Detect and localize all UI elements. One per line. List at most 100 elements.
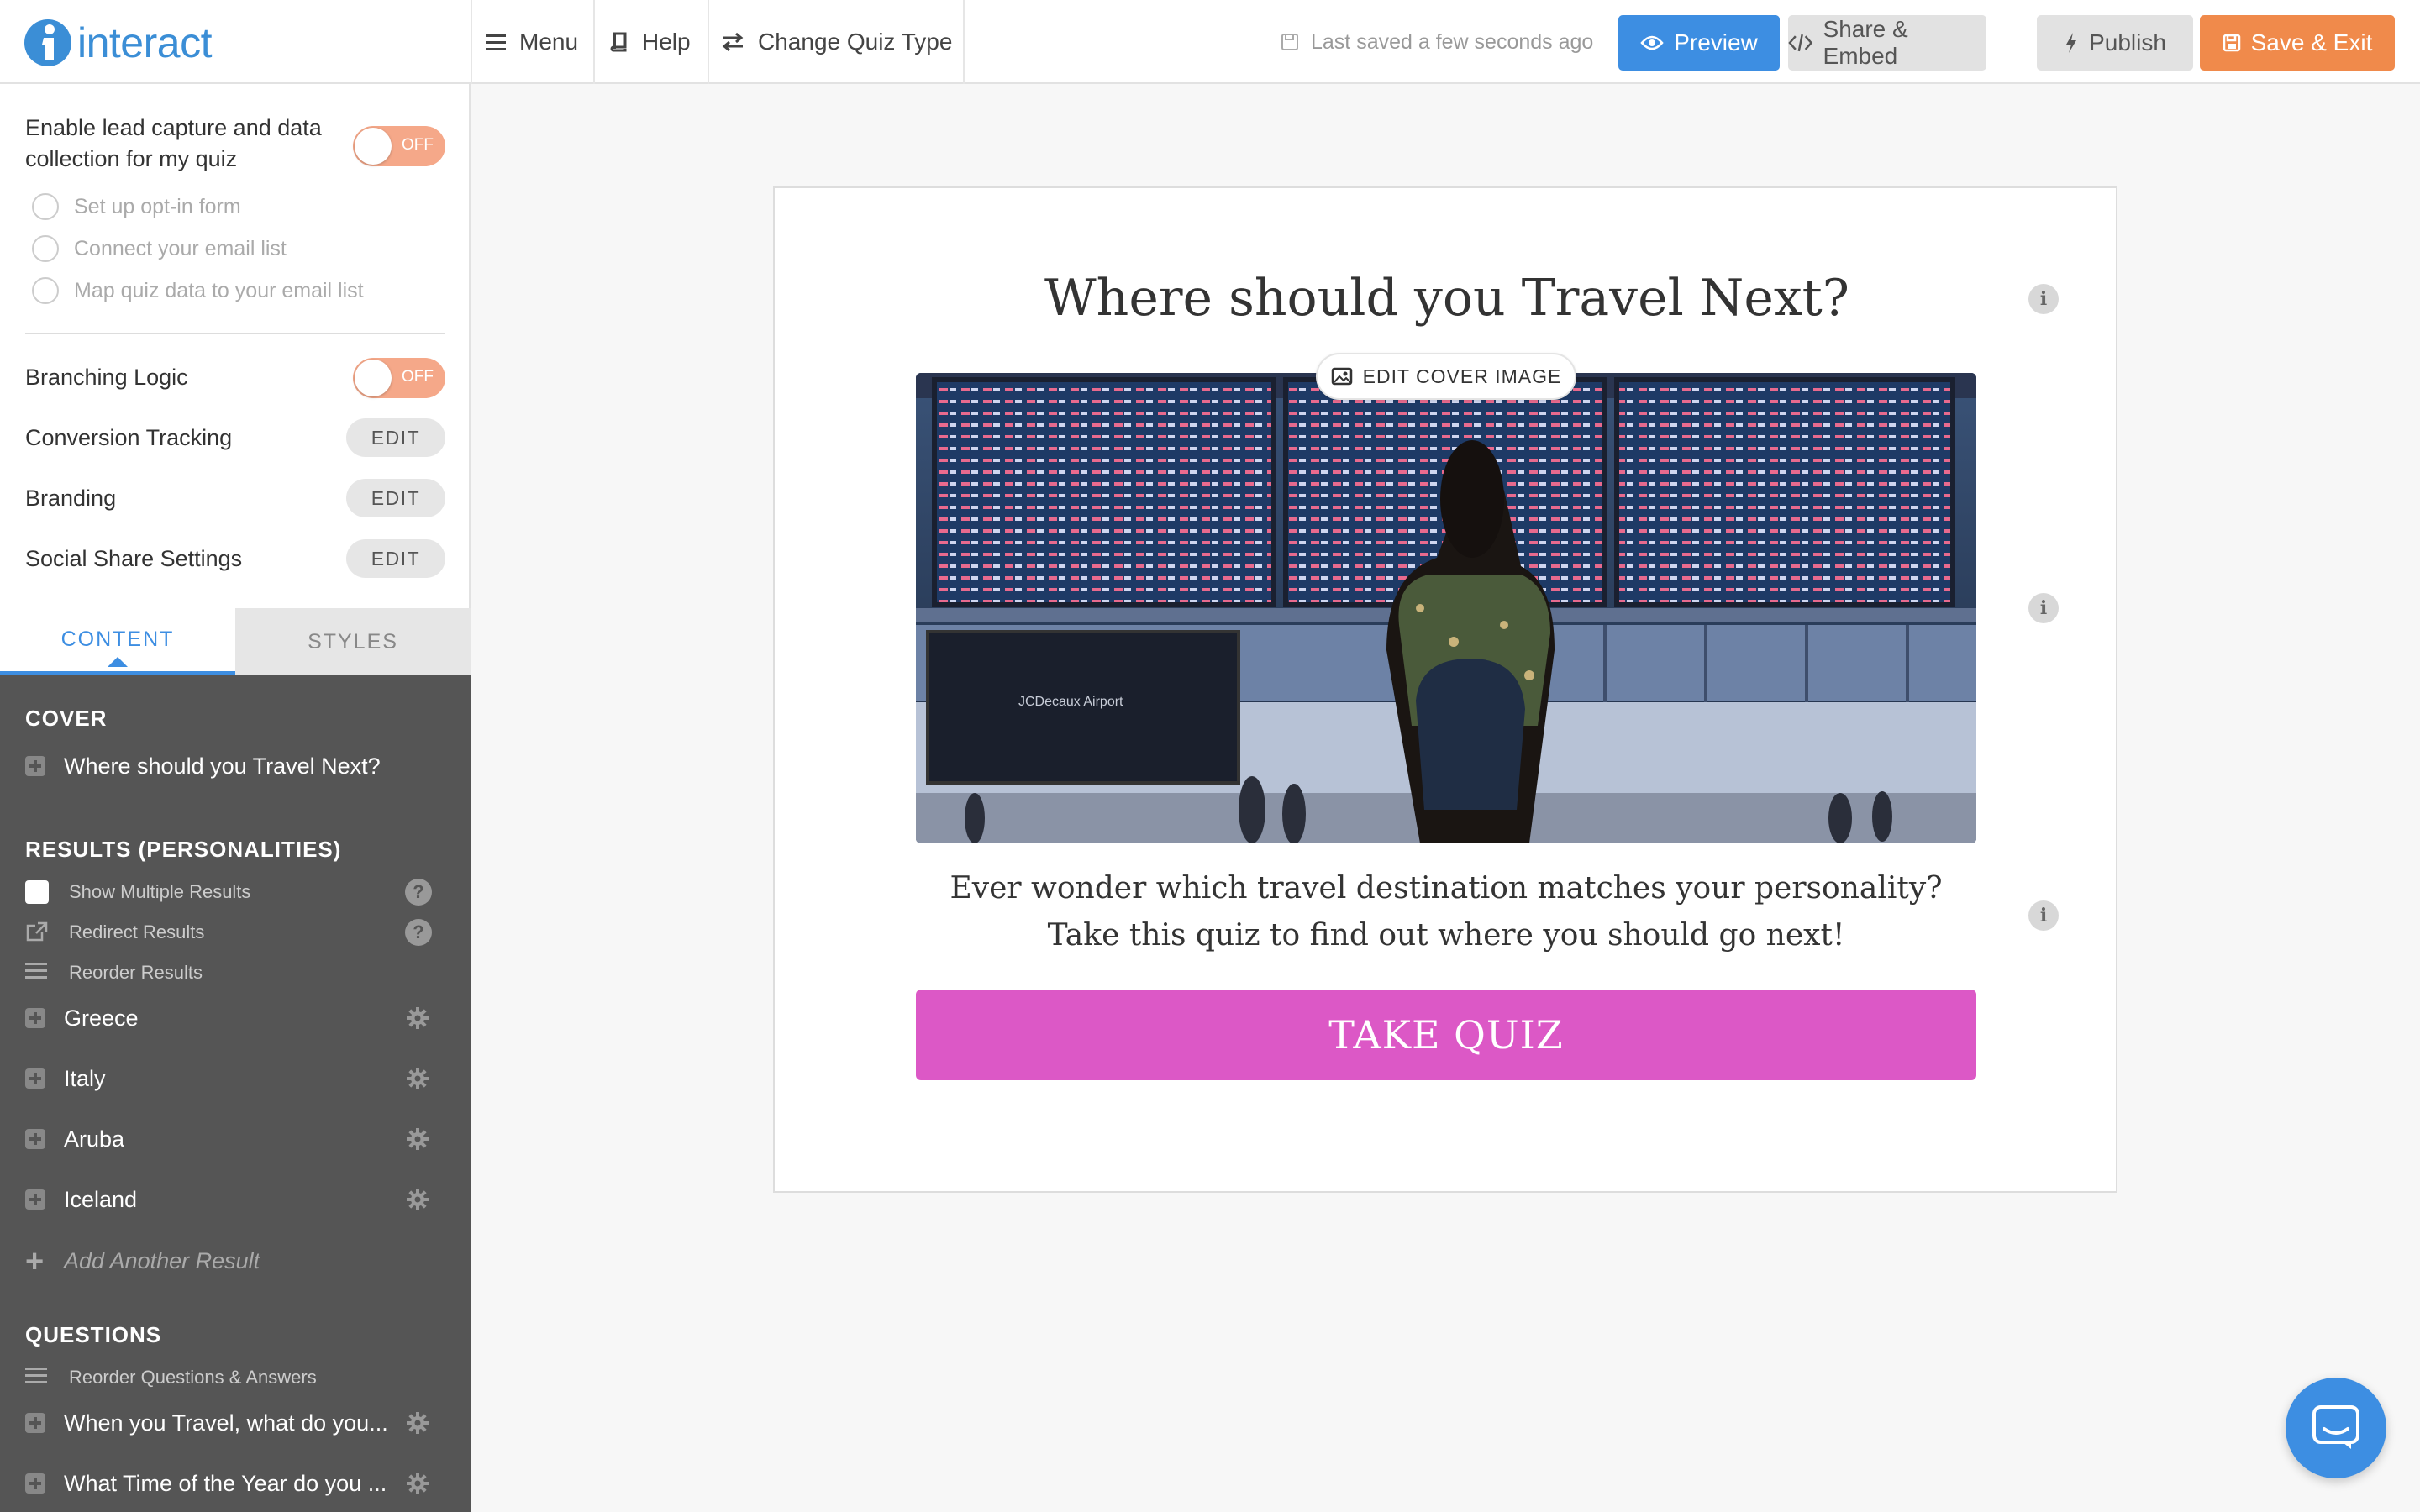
save-exit-label: Save & Exit: [2250, 29, 2373, 55]
content-panel: COVER Where should you Travel Next? RESU…: [0, 675, 471, 1512]
result-item-aruba[interactable]: Aruba: [0, 1117, 471, 1161]
radio-button[interactable]: [32, 277, 59, 304]
email-list-option[interactable]: Connect your email list: [32, 232, 287, 265]
conversion-tracking-edit-button[interactable]: EDIT: [346, 418, 445, 457]
branding-edit-button[interactable]: EDIT: [346, 479, 445, 517]
share-embed-button[interactable]: Share & Embed: [1788, 15, 1986, 71]
lightning-icon: [2066, 33, 2077, 53]
save-exit-button[interactable]: Save & Exit: [2200, 15, 2395, 71]
interact-logo[interactable]: interact: [24, 15, 212, 71]
expand-plus-icon[interactable]: [25, 756, 45, 776]
chat-icon: [2312, 1405, 2360, 1449]
add-another-result-label: Add Another Result: [64, 1248, 260, 1273]
floppy-disk-icon: [2223, 34, 2240, 52]
reorder-icon: [25, 1366, 47, 1389]
toggle-state: OFF: [402, 368, 434, 386]
reorder-questions-label: Reorder Questions & Answers: [69, 1367, 317, 1388]
book-icon: [610, 32, 627, 52]
opt-in-form-label: Set up opt-in form: [74, 194, 241, 218]
chat-launcher-button[interactable]: [2286, 1378, 2386, 1478]
cover-item[interactable]: Where should you Travel Next?: [0, 744, 471, 788]
expand-plus-icon[interactable]: [25, 1413, 45, 1433]
cover-section-title: COVER: [25, 706, 108, 731]
save-status: Last saved a few seconds ago: [1281, 0, 1593, 84]
quiz-title[interactable]: Where should you Travel Next?: [775, 269, 2119, 328]
gear-icon[interactable]: [407, 1007, 429, 1029]
expand-plus-icon[interactable]: [25, 1129, 45, 1149]
gear-icon[interactable]: [407, 1189, 429, 1210]
help-icon[interactable]: ?: [405, 879, 432, 906]
info-icon[interactable]: i: [2028, 284, 2059, 314]
lead-capture-label: Enable lead capture and data collection …: [25, 115, 322, 171]
add-another-result-button[interactable]: + Add Another Result: [0, 1240, 471, 1284]
cover-item-label: Where should you Travel Next?: [64, 753, 381, 779]
expand-plus-icon[interactable]: [25, 1008, 45, 1028]
toggle-knob: [355, 360, 392, 396]
image-icon: [1331, 367, 1352, 386]
redirect-results-label: Redirect Results: [69, 921, 205, 942]
gear-icon[interactable]: [407, 1473, 429, 1494]
hamburger-icon: [486, 34, 506, 50]
info-icon[interactable]: i: [2028, 900, 2059, 931]
active-tab-caret: [108, 657, 128, 667]
gear-icon[interactable]: [407, 1068, 429, 1089]
logo-text: interact: [77, 19, 212, 66]
lead-capture-toggle[interactable]: OFF: [353, 126, 445, 166]
opt-in-form-option[interactable]: Set up opt-in form: [32, 190, 241, 223]
redirect-results-option[interactable]: Redirect Results ?: [0, 914, 471, 951]
reorder-questions-option[interactable]: Reorder Questions & Answers: [0, 1359, 471, 1396]
toggle-knob: [355, 128, 392, 165]
change-quiz-type-label: Change Quiz Type: [758, 29, 953, 55]
nav-divider: [708, 0, 709, 84]
reorder-results-option[interactable]: Reorder Results: [0, 954, 471, 991]
gear-icon[interactable]: [407, 1412, 429, 1434]
question-label: What Time of the Year do you ...: [64, 1470, 387, 1496]
floppy-disk-icon: [1281, 34, 1298, 50]
question-label: When you Travel, what do you...: [64, 1410, 388, 1436]
conversion-tracking-label: Conversion Tracking: [25, 425, 233, 450]
change-quiz-type-button[interactable]: Change Quiz Type: [721, 0, 952, 84]
sidebar-tabs: CONTENT STYLES: [0, 608, 471, 675]
help-icon[interactable]: ?: [405, 919, 432, 946]
result-item-greece[interactable]: Greece: [0, 996, 471, 1040]
branching-logic-toggle[interactable]: OFF: [353, 358, 445, 398]
result-item-iceland[interactable]: Iceland: [0, 1178, 471, 1221]
gear-icon[interactable]: [407, 1128, 429, 1150]
expand-plus-icon[interactable]: [25, 1068, 45, 1089]
toggle-state: OFF: [402, 136, 434, 154]
result-label: Greece: [64, 1005, 139, 1031]
edit-cover-image-button[interactable]: EDIT COVER IMAGE: [1316, 353, 1576, 400]
sidebar: Enable lead capture and data collection …: [0, 84, 471, 1512]
result-item-italy[interactable]: Italy: [0, 1057, 471, 1100]
quiz-settings: Enable lead capture and data collection …: [0, 84, 471, 608]
expand-plus-icon[interactable]: [25, 1473, 45, 1494]
checkbox[interactable]: [25, 880, 49, 904]
quiz-description[interactable]: Ever wonder which travel destination mat…: [916, 865, 1976, 959]
branching-logic-label: Branching Logic: [25, 365, 188, 390]
show-multiple-results-label: Show Multiple Results: [69, 881, 251, 902]
help-button[interactable]: Help: [608, 0, 691, 84]
share-embed-label: Share & Embed: [1823, 16, 1908, 69]
info-icon[interactable]: i: [2028, 593, 2059, 623]
question-item[interactable]: When you Travel, what do you...: [0, 1401, 471, 1445]
results-section-title: RESULTS (PERSONALITIES): [25, 837, 342, 862]
preview-button[interactable]: Preview: [1618, 15, 1780, 71]
result-label: Italy: [64, 1065, 106, 1091]
radio-button[interactable]: [32, 235, 59, 262]
publish-button[interactable]: Publish: [2037, 15, 2193, 71]
take-quiz-button[interactable]: TAKE QUIZ: [916, 990, 1976, 1080]
tab-styles[interactable]: STYLES: [235, 608, 471, 675]
menu-button[interactable]: Menu: [486, 0, 578, 84]
radio-button[interactable]: [32, 193, 59, 220]
show-multiple-results-option[interactable]: Show Multiple Results ?: [0, 874, 471, 911]
logo-icon: [24, 17, 72, 69]
top-bar: interact Menu Help Change Quiz Type Last…: [0, 0, 2420, 84]
cover-image[interactable]: JCDecaux Airport: [916, 373, 1976, 843]
social-share-edit-button[interactable]: EDIT: [346, 539, 445, 578]
question-item[interactable]: What Time of the Year do you ...: [0, 1462, 471, 1505]
result-label: Aruba: [64, 1126, 125, 1152]
expand-plus-icon[interactable]: [25, 1189, 45, 1210]
map-data-option[interactable]: Map quiz data to your email list: [32, 274, 364, 307]
airport-photo: JCDecaux Airport: [916, 373, 1976, 843]
nav-divider: [471, 0, 472, 84]
